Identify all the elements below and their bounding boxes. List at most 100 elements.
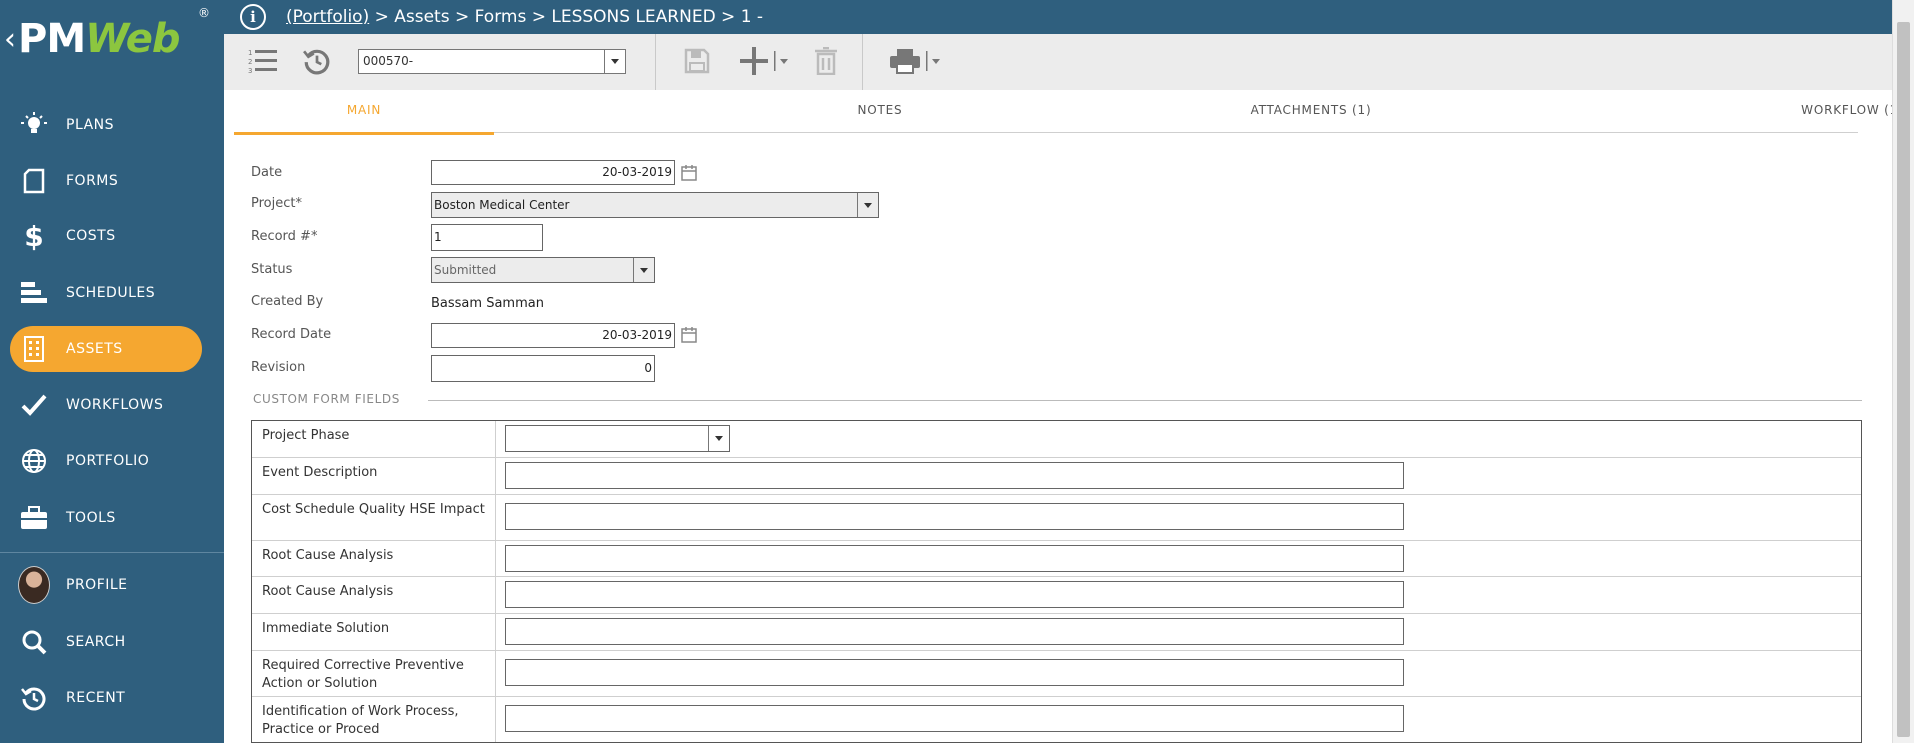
svg-text:3: 3 [248,67,252,75]
breadcrumb: (Portfolio) > Assets > Forms > LESSONS L… [286,7,763,27]
calendar-icon[interactable] [681,164,697,181]
sidebar-item-label: RECENT [66,690,126,706]
sidebar-item-recent[interactable]: RECENT [0,675,224,721]
custom-fields-table: Project Phase Event Description Cost Sch… [251,420,1862,743]
sidebar-item-schedules[interactable]: SCHEDULES [0,270,224,316]
sidebar-item-search[interactable]: SEARCH [0,619,224,665]
project-select[interactable]: Boston Medical Center [431,192,879,218]
record-date-label: Record Date [251,327,332,342]
scrollbar-thumb[interactable] [1897,22,1910,737]
sidebar-item-label: TOOLS [66,510,116,526]
table-row: Required Corrective Preventive Action or… [252,651,1861,697]
sidebar-item-label: PORTFOLIO [66,453,150,469]
project-select-value: Boston Medical Center [434,198,570,212]
chevron-down-icon[interactable] [708,426,729,451]
date-field[interactable]: 20-03-2019 [431,160,675,185]
pmweb-logo[interactable]: ‹ PMWeb ® [0,0,224,76]
sidebar-item-label: FORMS [66,173,119,189]
table-row: Cost Schedule Quality HSE Impact [252,495,1861,541]
toolbar: 123 000570- [224,34,1892,90]
record-date-field[interactable]: 20-03-2019 [431,323,675,348]
breadcrumb-bar: i (Portfolio) > Assets > Forms > LESSONS… [224,0,1892,34]
toolbar-divider [862,34,863,90]
custom-field-label: Immediate Solution [252,614,496,650]
chevron-down-icon[interactable] [857,193,878,217]
sidebar-item-assets[interactable]: ASSETS [0,326,224,372]
root-cause-analysis-field[interactable] [505,545,1404,572]
root-cause-analysis-field-2[interactable] [505,581,1404,608]
tab-workflow[interactable]: WORKFLOW (1/6) [1724,92,1914,132]
svg-text:2: 2 [248,58,252,66]
breadcrumb-portfolio-link[interactable]: (Portfolio) [286,7,369,27]
gantt-icon [18,277,50,309]
table-row: Root Cause Analysis [252,541,1861,577]
sidebar-item-label: PROFILE [66,577,128,593]
corrective-preventive-action-field[interactable] [505,659,1404,686]
svg-text:1: 1 [248,49,252,57]
table-row: Event Description [252,458,1861,495]
table-row: Identification of Work Process, Practice… [252,697,1861,742]
sidebar-divider [0,552,224,553]
status-select[interactable]: Submitted [431,257,655,283]
globe-icon [18,445,50,477]
sidebar-item-portfolio[interactable]: PORTFOLIO [0,438,224,484]
record-select-value: 000570- [363,54,414,68]
custom-field-label: Cost Schedule Quality HSE Impact [252,495,496,540]
search-icon [18,626,50,658]
immediate-solution-field[interactable] [505,618,1404,645]
sidebar-item-workflows[interactable]: WORKFLOWS [0,382,224,428]
table-row: Project Phase [252,421,1861,458]
custom-field-label: Project Phase [252,421,496,457]
cost-schedule-quality-hse-impact-field[interactable] [505,503,1404,530]
record-number-label: Record #* [251,229,318,244]
checkmark-icon [18,389,50,421]
avatar [18,566,50,604]
section-divider [428,400,1862,401]
project-label: Project* [251,196,302,211]
sidebar-item-profile[interactable]: PROFILE [0,562,224,608]
calendar-icon[interactable] [681,326,697,343]
dollar-icon: $ [24,219,44,253]
back-chevron-icon[interactable]: ‹ [4,22,16,57]
info-icon[interactable]: i [240,4,266,30]
record-select[interactable]: 000570- [358,49,626,74]
chevron-down-icon[interactable] [633,258,654,282]
chevron-down-icon[interactable] [604,50,625,73]
work-process-identification-field[interactable] [505,705,1404,732]
add-icon[interactable] [740,44,794,78]
print-icon[interactable] [890,44,946,78]
list-icon[interactable]: 123 [248,44,278,78]
project-phase-select[interactable] [505,425,730,452]
custom-field-label: Root Cause Analysis [252,541,496,576]
sidebar-item-label: SEARCH [66,634,126,650]
sidebar-item-tools[interactable]: TOOLS [0,495,224,541]
table-row: Immediate Solution [252,614,1861,651]
registered-mark: ® [198,6,210,20]
sidebar-item-label: SCHEDULES [66,285,156,301]
created-by-label: Created By [251,294,324,309]
history-icon[interactable] [302,44,332,78]
sidebar-item-plans[interactable]: PLANS [0,102,224,148]
tab-main[interactable]: MAIN [234,92,494,135]
tab-attachments[interactable]: ATTACHMENTS (1) [1176,92,1446,132]
event-description-field[interactable] [505,462,1404,489]
record-number-field[interactable]: 1 [431,224,543,251]
table-row: Root Cause Analysis [252,577,1861,614]
vertical-scrollbar[interactable] [1892,0,1914,743]
sidebar-item-forms[interactable]: FORMS [0,158,224,204]
briefcase-icon [18,502,50,534]
sidebar-item-label: PLANS [66,117,114,133]
sidebar-item-label: ASSETS [66,341,123,357]
created-by-value: Bassam Samman [431,296,544,311]
custom-form-fields-heading: CUSTOM FORM FIELDS [253,392,400,406]
trash-icon[interactable] [812,44,840,78]
save-icon[interactable] [682,44,712,78]
logo-text: PMWeb [18,16,180,62]
date-label: Date [251,165,283,180]
sidebar-item-label: WORKFLOWS [66,397,164,413]
status-select-value: Submitted [434,263,497,277]
tab-notes[interactable]: NOTES [750,92,1010,132]
status-label: Status [251,262,293,277]
sidebar-item-costs[interactable]: $ COSTS [0,213,224,259]
revision-field[interactable]: 0 [431,355,655,382]
